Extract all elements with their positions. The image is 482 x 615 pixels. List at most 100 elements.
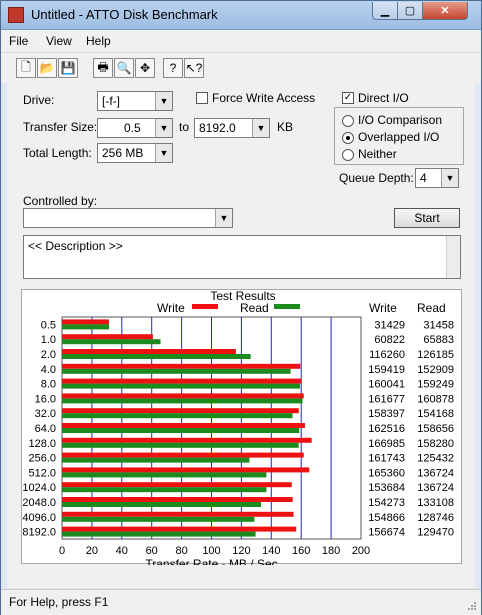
write-value: 166985 bbox=[368, 438, 405, 450]
menu-bar: File View Help bbox=[1, 30, 481, 52]
menu-view[interactable]: View bbox=[46, 34, 72, 48]
chevron-down-icon[interactable]: ▼ bbox=[155, 92, 172, 110]
start-button[interactable]: Start bbox=[394, 208, 460, 228]
neither-radio[interactable] bbox=[342, 149, 354, 161]
force-write-checkbox[interactable] bbox=[196, 92, 208, 104]
read-bar bbox=[62, 368, 291, 374]
help-icon[interactable]: ? bbox=[163, 58, 183, 78]
description-scrollbar[interactable] bbox=[446, 236, 460, 278]
menu-help[interactable]: Help bbox=[86, 34, 111, 48]
controlled-by-select[interactable]: ▼ bbox=[23, 208, 233, 228]
title-bar[interactable]: Untitled - ATTO Disk Benchmark ▁ ▢ ✕ bbox=[1, 1, 481, 30]
write-value: 159419 bbox=[368, 364, 405, 376]
x-tick-label: 100 bbox=[202, 545, 220, 557]
queue-depth-select[interactable]: 4 ▼ bbox=[415, 168, 459, 188]
write-bar bbox=[62, 511, 294, 517]
read-bar bbox=[62, 516, 255, 522]
write-bar bbox=[62, 437, 312, 443]
write-value: 162516 bbox=[368, 423, 405, 435]
y-tick-label: 8192.0 bbox=[22, 527, 56, 539]
minimize-button[interactable]: ▁ bbox=[372, 2, 398, 20]
write-bar bbox=[62, 482, 292, 488]
context-help-icon[interactable]: ↖? bbox=[184, 58, 204, 78]
read-column-header: Read bbox=[417, 301, 446, 315]
transfer-size-from-select[interactable]: 0.5 ▼ bbox=[97, 118, 173, 138]
read-value: 136724 bbox=[417, 482, 454, 494]
chevron-down-icon[interactable]: ▼ bbox=[155, 119, 172, 137]
write-bar bbox=[62, 334, 153, 340]
transfer-size-to-select[interactable]: 8192.0 ▼ bbox=[194, 118, 270, 138]
results-chart: Test ResultsWrite Read Write Read0 20 40 60 80 1… bbox=[22, 289, 454, 571]
write-value: 31429 bbox=[374, 319, 405, 331]
y-tick-label: 256.0 bbox=[28, 453, 56, 465]
chevron-down-icon[interactable]: ▼ bbox=[155, 144, 172, 162]
legend-read-label: Read bbox=[240, 301, 269, 315]
read-value: 125432 bbox=[417, 453, 454, 465]
controlled-by-label: Controlled by: bbox=[23, 194, 98, 208]
write-bar bbox=[62, 452, 304, 458]
read-bar bbox=[62, 472, 267, 478]
neither-label: Neither bbox=[358, 147, 397, 161]
read-bar bbox=[62, 398, 303, 404]
print-preview-icon[interactable]: 🔍 bbox=[114, 58, 134, 78]
read-bar bbox=[62, 442, 299, 448]
legend-read-swatch bbox=[274, 304, 300, 309]
y-tick-label: 32.0 bbox=[35, 408, 56, 420]
read-bar bbox=[62, 413, 293, 419]
print-icon[interactable]: 🖶 bbox=[93, 58, 113, 78]
x-tick-label: 80 bbox=[175, 545, 187, 557]
legend-write-label: Write bbox=[157, 301, 185, 315]
x-tick-label: 140 bbox=[262, 545, 280, 557]
write-value: 154866 bbox=[368, 512, 405, 524]
total-length-label: Total Length: bbox=[23, 146, 92, 160]
read-value: 152909 bbox=[417, 364, 454, 376]
transfer-size-label: Transfer Size: bbox=[23, 120, 98, 134]
move-icon[interactable]: ✥ bbox=[135, 58, 155, 78]
write-value: 116260 bbox=[369, 349, 405, 361]
overlapped-io-radio[interactable] bbox=[342, 132, 354, 144]
open-icon[interactable]: 📂 bbox=[37, 58, 57, 78]
force-write-label: Force Write Access bbox=[212, 91, 316, 105]
write-bar bbox=[62, 423, 305, 428]
write-bar bbox=[62, 393, 304, 399]
overlapped-io-label: Overlapped I/O bbox=[358, 130, 440, 144]
read-bar bbox=[62, 383, 301, 389]
maximize-button[interactable]: ▢ bbox=[397, 2, 423, 20]
test-results-panel: Test Results Write Read Write Read 0 20 40 60 80 1… bbox=[21, 289, 462, 571]
write-value: 158397 bbox=[368, 408, 405, 420]
write-bar bbox=[62, 363, 301, 369]
y-tick-label: 8.0 bbox=[41, 379, 56, 391]
status-text: For Help, press F1 bbox=[9, 595, 109, 609]
direct-io-checkbox[interactable]: ✓ bbox=[342, 92, 354, 104]
to-label: to bbox=[179, 120, 190, 134]
description-text: << Description >> bbox=[28, 239, 123, 253]
chevron-down-icon[interactable]: ▼ bbox=[215, 209, 232, 227]
save-icon[interactable]: 💾 bbox=[58, 58, 78, 78]
resize-grip-icon[interactable] bbox=[467, 601, 477, 611]
write-value: 60822 bbox=[374, 334, 405, 346]
new-icon[interactable]: 🗋 bbox=[16, 58, 36, 78]
read-bar bbox=[62, 324, 110, 330]
direct-io-label: Direct I/O bbox=[358, 91, 409, 105]
write-bar bbox=[62, 378, 302, 384]
close-button[interactable]: ✕ bbox=[422, 2, 468, 20]
y-tick-label: 2048.0 bbox=[22, 497, 56, 509]
app-icon bbox=[8, 7, 24, 23]
legend-write-swatch bbox=[192, 304, 218, 309]
write-column-header: Write bbox=[369, 301, 397, 315]
chevron-down-icon[interactable]: ▼ bbox=[252, 119, 269, 137]
y-tick-label: 4096.0 bbox=[22, 512, 56, 524]
total-length-select[interactable]: 256 MB ▼ bbox=[97, 143, 173, 163]
chevron-down-icon[interactable]: ▼ bbox=[441, 169, 458, 187]
read-bar bbox=[62, 354, 251, 359]
description-box[interactable]: << Description >> bbox=[23, 235, 461, 279]
x-tick-label: 160 bbox=[292, 545, 310, 557]
write-value: 160041 bbox=[368, 379, 405, 391]
io-comparison-radio[interactable] bbox=[342, 115, 354, 127]
drive-select[interactable]: [-f-] ▼ bbox=[97, 91, 173, 111]
menu-file[interactable]: File bbox=[9, 34, 28, 48]
x-tick-label: 60 bbox=[146, 545, 158, 557]
window-title: Untitled - ATTO Disk Benchmark bbox=[31, 7, 218, 22]
write-value: 161743 bbox=[368, 453, 405, 465]
y-tick-label: 1024.0 bbox=[22, 482, 56, 494]
